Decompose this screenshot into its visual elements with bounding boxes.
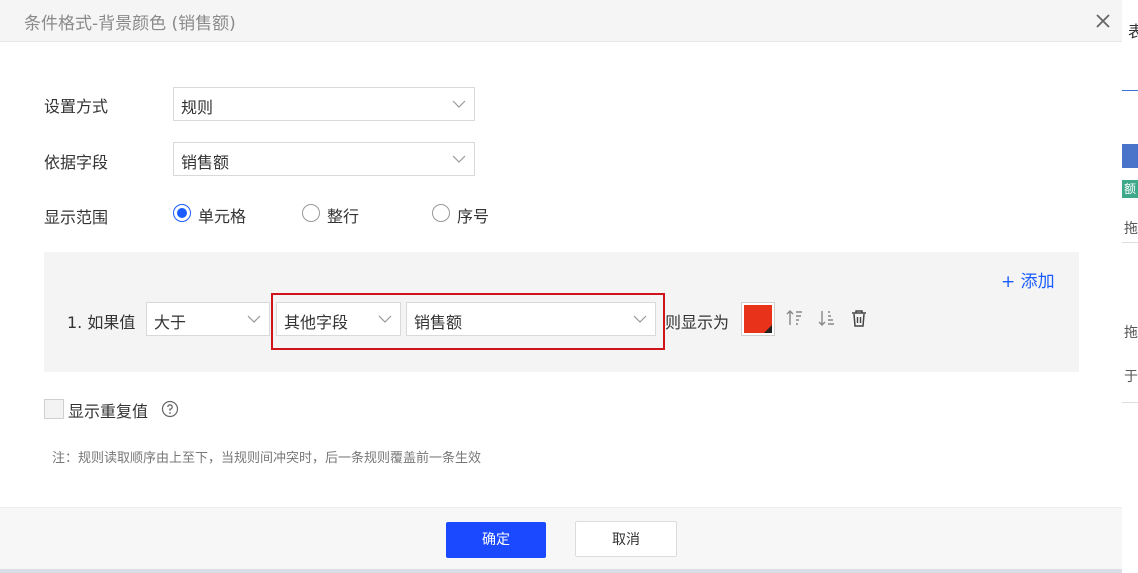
cancel-button[interactable]: 取消 <box>575 521 677 557</box>
radio-row[interactable]: 整行 <box>302 203 372 226</box>
conditional-format-dialog: 条件格式-背景颜色 (销售额) 设置方式 规则 依据字段 销售额 显示范围 单元… <box>0 0 1122 569</box>
background-field-tag: 额 <box>1122 180 1138 198</box>
trash-icon[interactable] <box>850 309 868 327</box>
rule-operator-value: 大于 <box>154 313 187 332</box>
sort-down-icon[interactable] <box>818 309 836 327</box>
rule-order-note: 注：规则读取顺序由上至下，当规则间冲突时，后一条规则覆盖前一条生效 <box>52 451 482 466</box>
setting-mode-select[interactable]: 规则 <box>173 87 475 121</box>
setting-mode-label: 设置方式 <box>44 97 109 116</box>
background-divider <box>1122 242 1138 243</box>
show-duplicates-checkbox[interactable] <box>44 399 64 419</box>
dialog-title: 条件格式-背景颜色 (销售额) <box>24 14 236 34</box>
background-bottom-strip <box>0 569 1122 573</box>
setting-mode-value: 规则 <box>181 98 214 117</box>
sort-up-icon[interactable] <box>786 309 804 327</box>
background-tab-underline <box>1122 90 1138 91</box>
dialog-footer: 确定 取消 <box>0 507 1122 569</box>
chevron-down-icon <box>452 100 466 108</box>
show-duplicates-label: 显示重复值 <box>68 402 149 421</box>
display-range-label: 显示范围 <box>44 208 109 227</box>
rule-index-label: 1. 如果值 <box>67 313 136 332</box>
radio-circle <box>432 204 450 222</box>
background-drop-hint: 拖入 <box>1124 221 1138 237</box>
help-icon[interactable] <box>161 400 179 418</box>
highlight-annotation <box>271 293 665 350</box>
add-rule-link[interactable]: + 添加 <box>1001 267 1055 292</box>
radio-cell-label: 单元格 <box>198 207 247 226</box>
base-field-value: 销售额 <box>181 153 230 172</box>
dropdown-corner-icon <box>764 325 772 333</box>
chevron-down-icon <box>452 155 466 163</box>
confirm-button[interactable]: 确定 <box>446 522 546 558</box>
close-icon[interactable] <box>1092 10 1114 32</box>
background-field-bar <box>1122 144 1138 168</box>
radio-cell[interactable]: 单元格 <box>173 203 263 226</box>
color-picker-swatch[interactable] <box>741 302 775 336</box>
dialog-header: 条件格式-背景颜色 (销售额) <box>0 0 1122 42</box>
radio-index-label: 序号 <box>457 207 490 226</box>
background-title-fragment: 表 <box>1128 22 1138 41</box>
background-page: 表 额 拖入 拖入 于 <box>1122 0 1138 573</box>
base-field-label: 依据字段 <box>44 153 109 172</box>
rule-then-label: 则显示为 <box>665 313 730 332</box>
background-text-fragment: 于 <box>1124 369 1138 385</box>
base-field-select[interactable]: 销售额 <box>173 142 475 176</box>
chevron-down-icon <box>247 315 261 323</box>
radio-circle <box>302 204 320 222</box>
radio-index[interactable]: 序号 <box>432 203 502 226</box>
background-drop-hint: 拖入 <box>1124 325 1138 341</box>
rule-operator-select[interactable]: 大于 <box>146 302 270 336</box>
background-divider <box>1122 402 1138 403</box>
radio-row-label: 整行 <box>327 207 360 226</box>
radio-circle <box>173 204 191 222</box>
